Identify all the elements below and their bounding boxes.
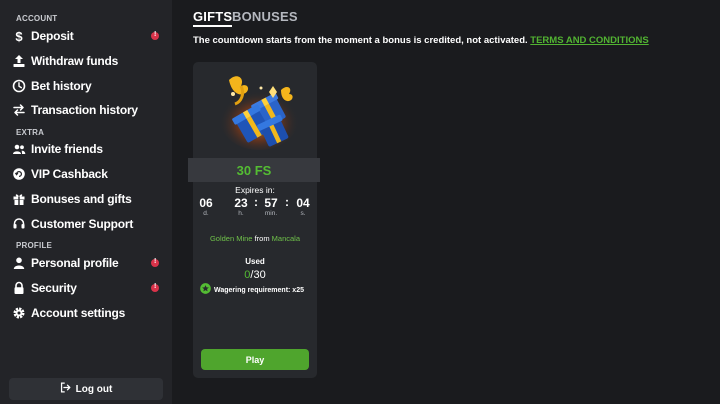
sidebar-item-label: VIP Cashback [31,167,108,181]
section-title-profile: PROFILE [16,241,53,250]
countdown-days: 06 [199,196,213,210]
used-label: Used [245,257,265,266]
sidebar-item-label: Bonuses and gifts [31,192,132,206]
bonus-title: 30 FS [236,162,272,178]
dollar-icon: $ [12,29,26,43]
alert-badge [151,283,159,292]
countdown-minutes-unit: min. [264,210,278,217]
provider-link[interactable]: Mancala [272,234,300,243]
user-icon [12,256,26,270]
sidebar-item-label: Invite friends [31,142,103,156]
bonus-title-band: 30 FS [188,158,320,182]
sidebar-item-account-settings[interactable]: Account settings [0,302,172,324]
section-title-account: ACCOUNT [16,14,58,23]
sidebar-item-label: Deposit [31,29,74,43]
gift-card: 30 FS Expires in: 06 d. 23 h. : 57 min. … [188,62,320,378]
game-link[interactable]: Golden Mine [210,234,253,243]
countdown-seconds-unit: s. [300,210,306,217]
used-value: 0/30 [193,269,317,281]
sidebar-item-bet-history[interactable]: Bet history [0,75,172,97]
sidebar-item-label: Security [31,281,77,295]
used-total: /30 [250,269,266,281]
users-icon [12,142,26,156]
sidebar-item-label: Personal profile [31,256,119,270]
headset-icon [12,217,26,231]
cashback-icon [12,167,26,181]
countdown-notice: The countdown starts from the moment a b… [193,35,649,46]
sidebar-item-vip-cashback[interactable]: VIP Cashback [0,163,172,185]
game-provider-line: Golden Mine from Mancala [193,234,317,243]
alert-badge [151,258,159,267]
upload-icon [12,54,26,68]
sidebar-item-label: Customer Support [31,217,134,231]
wagering-requirement: Wagering requirement: x25 [200,281,304,299]
alert-badge [151,31,159,40]
from-text: from [254,234,270,243]
play-button[interactable]: Play [201,349,309,370]
sidebar-item-transaction-history[interactable]: Transaction history [0,99,172,121]
clock-icon [12,79,26,93]
sidebar-item-label: Bet history [31,79,92,93]
expires-label: Expires in: [235,185,275,195]
sidebar-item-label: Withdraw funds [31,54,119,68]
transfer-arrows-icon [12,103,26,117]
sidebar: ACCOUNT $ Deposit Withdraw funds Bet his… [0,0,172,404]
section-title-extra: EXTRA [16,128,45,137]
logout-label: Log out [75,383,113,395]
svg-text:$: $ [15,29,23,43]
tab-bonuses[interactable]: BONUSES [232,9,298,24]
lock-icon [12,281,26,295]
countdown-separator: : [254,195,258,209]
countdown-hours: 23 [234,196,248,210]
gear-icon [12,306,26,320]
sidebar-item-security[interactable]: Security [0,277,172,299]
countdown-hours-unit: h. [238,210,244,217]
play-label: Play [245,354,265,365]
sidebar-item-label: Account settings [31,306,126,320]
countdown-days-unit: d. [203,210,209,217]
sidebar-item-bonuses-and-gifts[interactable]: Bonuses and gifts [0,188,172,210]
sidebar-item-invite-friends[interactable]: Invite friends [0,138,172,160]
sidebar-item-customer-support[interactable]: Customer Support [0,213,172,235]
gift-icon [12,192,26,206]
tab-gifts[interactable]: GIFTS [193,9,233,27]
gift-boxes-image [211,66,301,152]
sidebar-item-deposit[interactable]: $ Deposit [0,25,172,47]
wagering-star-icon [200,281,211,299]
notice-text: The countdown starts from the moment a b… [193,35,528,46]
sidebar-item-withdraw[interactable]: Withdraw funds [0,50,172,72]
logout-icon [60,380,71,398]
sidebar-item-personal-profile[interactable]: Personal profile [0,252,172,274]
terms-link[interactable]: TERMS AND CONDITIONS [530,35,648,46]
logout-button[interactable]: Log out [9,378,163,400]
countdown-seconds: 04 [296,196,310,210]
sidebar-item-label: Transaction history [31,103,138,117]
countdown-minutes: 57 [264,196,278,210]
wagering-text: Wagering requirement: x25 [214,286,304,294]
countdown-separator: : [285,195,289,209]
